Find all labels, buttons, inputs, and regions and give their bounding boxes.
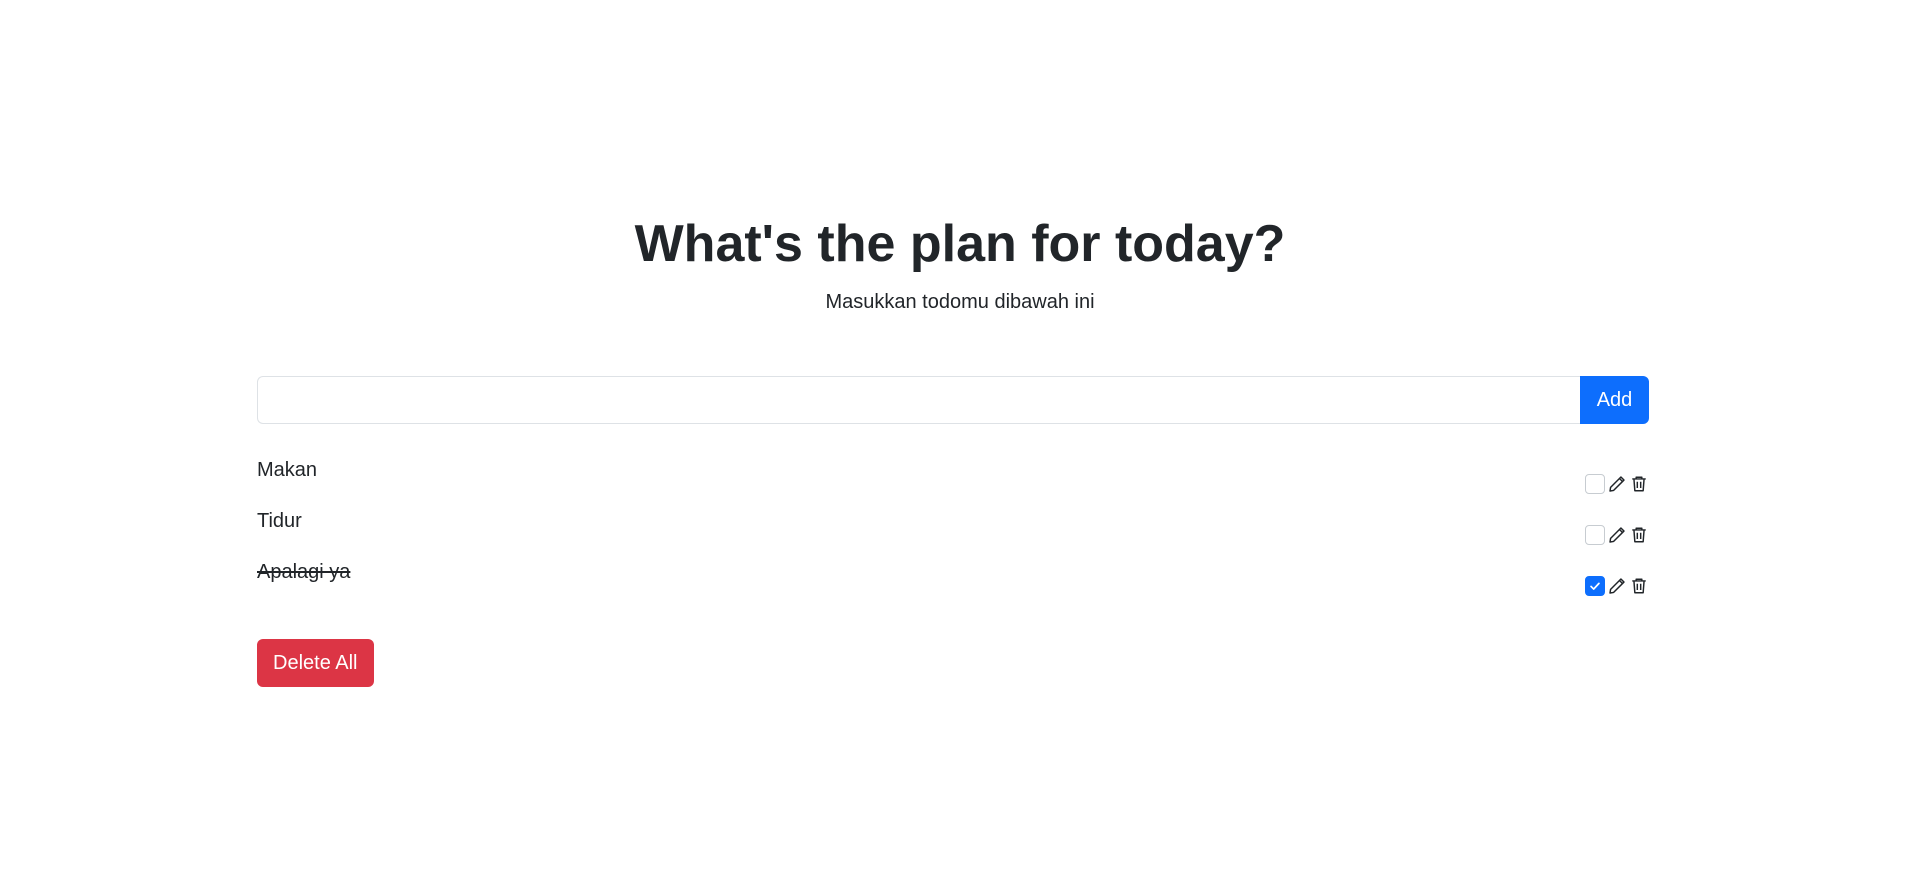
check-icon — [1590, 582, 1600, 590]
todo-text: Tidur — [257, 510, 302, 532]
todo-actions — [1585, 524, 1649, 546]
todo-actions — [1585, 473, 1649, 495]
todo-checkbox[interactable] — [1585, 576, 1605, 596]
todo-actions — [1585, 575, 1649, 597]
trash-icon[interactable] — [1629, 474, 1649, 494]
page-subtitle: Masukkan todomu dibawah ini — [825, 291, 1095, 313]
page-title: What's the plan for today? — [634, 215, 1286, 273]
pencil-icon[interactable] — [1607, 576, 1627, 596]
todo-input[interactable] — [257, 376, 1580, 424]
todo-checkbox[interactable] — [1585, 525, 1605, 545]
pencil-icon[interactable] — [1607, 525, 1627, 545]
trash-icon[interactable] — [1629, 525, 1649, 545]
page: What's the plan for today? Masukkan todo… — [0, 0, 1920, 885]
todo-item: Apalagi ya — [257, 558, 1649, 609]
todo-text: Apalagi ya — [257, 561, 351, 583]
todo-text: Makan — [257, 459, 318, 481]
add-button[interactable]: Add — [1580, 376, 1649, 424]
todo-form: Add — [257, 376, 1649, 424]
delete-all-button[interactable]: Delete All — [257, 639, 374, 687]
pencil-icon[interactable] — [1607, 474, 1627, 494]
todo-list: Makan Tidur Apalagi ya — [257, 456, 1649, 609]
todo-checkbox[interactable] — [1585, 474, 1605, 494]
todo-item: Makan — [257, 456, 1649, 507]
todo-item: Tidur — [257, 507, 1649, 558]
trash-icon[interactable] — [1629, 576, 1649, 596]
